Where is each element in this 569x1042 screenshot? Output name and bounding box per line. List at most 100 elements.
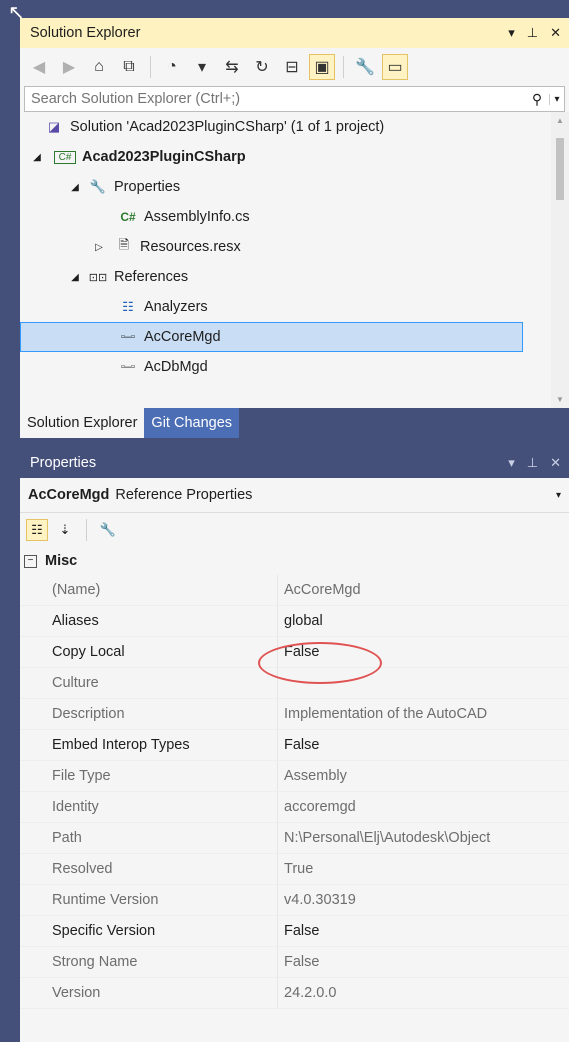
property-key: Specific Version [42, 916, 278, 946]
category-misc[interactable]: − Misc [20, 547, 569, 575]
tab-solution-explorer[interactable]: Solution Explorer [20, 408, 145, 438]
tree-item-properties[interactable]: ◢ 🔧 Properties [20, 172, 569, 202]
collapse-icon[interactable]: − [24, 554, 37, 568]
tree-item-analyzers[interactable]: ☷ Analyzers [20, 292, 569, 322]
tree-item-resources[interactable]: ▷ 🗎 Resources.resx [20, 232, 569, 262]
property-key: Resolved [42, 854, 278, 884]
toolbar-divider [150, 56, 151, 78]
home-icon[interactable]: ⌂ [86, 54, 112, 80]
tree-item-label: Properties [114, 179, 181, 195]
tree-item-project[interactable]: ◢ C# Acad2023PluginCSharp [20, 142, 569, 172]
property-key: Path [42, 823, 278, 853]
refresh-icon[interactable]: ↻ [249, 54, 275, 80]
tree-item-accoremgd[interactable]: ▫–▫ AcCoreMgd [20, 322, 523, 352]
property-key: Version [42, 978, 278, 1008]
categorized-icon[interactable]: ☷ [26, 519, 48, 541]
back-icon[interactable]: ◀ [26, 54, 52, 80]
tree-item-label: AcDbMgd [144, 359, 208, 375]
collapse-all-icon[interactable]: ⊟ [279, 54, 305, 80]
chevron-down-icon[interactable]: ▾ [556, 490, 561, 501]
property-row-strong-name[interactable]: Strong Name False [20, 947, 569, 978]
properties-title: Properties [30, 455, 97, 471]
tab-git-changes[interactable]: Git Changes [144, 408, 240, 438]
property-key: Description [42, 699, 278, 729]
property-key: Embed Interop Types [42, 730, 278, 760]
filter-dropdown-icon[interactable]: ▾ [189, 54, 215, 80]
property-value[interactable]: global [278, 606, 569, 636]
property-row-description[interactable]: Description Implementation of the AutoCAD [20, 699, 569, 730]
wrench-icon: 🔧 [89, 179, 107, 194]
property-row-runtime-version[interactable]: Runtime Version v4.0.30319 [20, 885, 569, 916]
object-name: AcCoreMgd [28, 487, 110, 503]
dropdown-icon[interactable]: ▾ [508, 25, 515, 41]
property-row-name[interactable]: (Name) AcCoreMgd [20, 575, 569, 606]
property-row-specific-version[interactable]: Specific Version False [20, 916, 569, 947]
category-label: Misc [45, 553, 78, 569]
properties-wrench-icon[interactable]: 🔧 [352, 54, 378, 80]
close-icon[interactable]: ✕ [550, 455, 561, 471]
alphabetical-sort-icon[interactable]: ⇣ [54, 519, 76, 541]
tree-vertical-scrollbar[interactable]: ▲ ▼ [551, 112, 569, 408]
reference-icon: ▫–▫ [121, 331, 135, 343]
forward-icon[interactable]: ▶ [56, 54, 82, 80]
property-key: Copy Local [42, 637, 278, 667]
properties-panel: Properties ▾ ⊥ ✕ AcCoreMgd Reference Pro… [20, 448, 569, 1042]
pin-icon[interactable]: ⊥ [527, 455, 538, 471]
property-key: Runtime Version [42, 885, 278, 915]
object-selector[interactable]: AcCoreMgd Reference Properties ▾ [20, 478, 569, 513]
tree-item-references[interactable]: ◢ ⊡⊡ References [20, 262, 569, 292]
property-value[interactable]: False [278, 730, 569, 760]
properties-toolbar: ☷ ⇣ 🔧 [20, 513, 569, 547]
toolbar-divider [86, 519, 87, 541]
search-icon[interactable]: ⚲ [525, 91, 549, 108]
close-icon[interactable]: ✕ [550, 25, 561, 41]
solution-tree: ◪ Solution 'Acad2023PluginCSharp' (1 of … [20, 112, 569, 408]
property-row-path[interactable]: Path N:\Personal\Elj\Autodesk\Object [20, 823, 569, 854]
scrollbar-thumb[interactable] [556, 138, 564, 200]
scroll-up-arrow-icon[interactable]: ▲ [551, 116, 569, 125]
property-value: True [284, 861, 314, 877]
tree-item-label: Solution 'Acad2023PluginCSharp' (1 of 1 … [70, 119, 385, 135]
object-type: Reference Properties [115, 487, 253, 503]
search-options-dropdown-icon[interactable]: ▾ [549, 93, 564, 105]
switch-views-icon[interactable]: ⧉ [116, 54, 142, 80]
search-input[interactable] [25, 91, 525, 107]
property-row-embed-interop-types[interactable]: Embed Interop Types False [20, 730, 569, 761]
tree-item-assemblyinfo[interactable]: C# AssemblyInfo.cs [20, 202, 569, 232]
property-row-aliases[interactable]: Aliases global [20, 606, 569, 637]
property-grid: − Misc (Name) AcCoreMgd Aliases global Cop… [20, 547, 569, 1009]
scroll-down-arrow-icon[interactable]: ▼ [551, 395, 569, 404]
property-value: v4.0.30319 [284, 892, 356, 908]
property-row-file-type[interactable]: File Type Assembly [20, 761, 569, 792]
expanded-arrow-icon[interactable]: ◢ [30, 152, 44, 163]
property-value: N:\Personal\Elj\Autodesk\Object [284, 830, 491, 846]
dropdown-icon[interactable]: ▾ [508, 455, 515, 471]
property-pages-wrench-icon[interactable]: 🔧 [97, 519, 119, 541]
csharp-project-icon: C# [54, 150, 76, 164]
property-row-identity[interactable]: Identity accoremgd [20, 792, 569, 823]
property-row-version[interactable]: Version 24.2.0.0 [20, 978, 569, 1009]
sync-with-document-icon[interactable]: ⇆ [219, 54, 245, 80]
expanded-arrow-icon[interactable]: ◢ [68, 182, 82, 193]
tree-item-solution[interactable]: ◪ Solution 'Acad2023PluginCSharp' (1 of … [20, 112, 569, 142]
solution-explorer-titlebar: Solution Explorer ▾ ⊥ ✕ [20, 18, 569, 48]
pin-icon[interactable]: ⊥ [527, 25, 538, 41]
search-box[interactable]: ⚲ ▾ [24, 86, 565, 112]
property-value: Implementation of the AutoCAD [284, 706, 488, 722]
property-value: 24.2.0.0 [284, 985, 337, 1001]
property-key: Strong Name [42, 947, 278, 977]
resource-icon: 🗎 [118, 237, 130, 252]
tree-item-label: References [114, 269, 189, 285]
property-value: AcCoreMgd [284, 582, 361, 598]
collapsed-arrow-icon[interactable]: ▷ [92, 242, 106, 253]
pending-changes-filter-icon[interactable]: ◔ [159, 54, 185, 80]
references-icon: ⊡⊡ [88, 271, 108, 284]
properties-titlebar: Properties ▾ ⊥ ✕ [20, 448, 569, 478]
tree-item-acdbmgd[interactable]: ▫–▫ AcDbMgd [20, 352, 569, 382]
show-all-files-icon[interactable]: ▣ [309, 54, 335, 80]
property-row-resolved[interactable]: Resolved True [20, 854, 569, 885]
tree-item-label: AssemblyInfo.cs [144, 209, 250, 225]
property-value[interactable]: False [278, 916, 569, 946]
preview-selected-icon[interactable]: ▭ [382, 54, 408, 80]
expanded-arrow-icon[interactable]: ◢ [68, 272, 82, 283]
